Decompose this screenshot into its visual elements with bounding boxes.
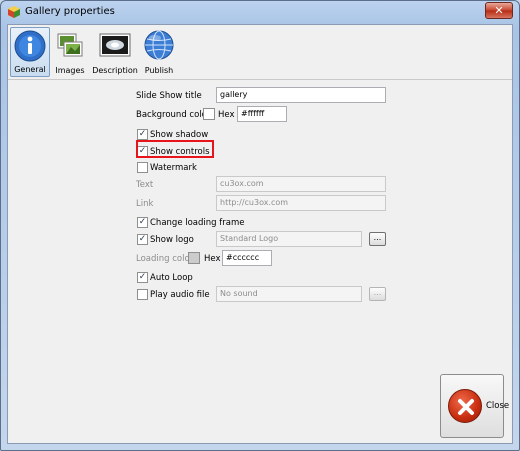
play-audio-label: Play audio file <box>150 290 210 300</box>
text-label: Text <box>136 180 154 190</box>
tab-images-label: Images <box>55 66 85 75</box>
change-loading-frame-row: ✓ Change loading frame <box>8 214 512 232</box>
loading-hex-label: Hex <box>204 254 221 264</box>
link-input[interactable]: http://cu3ox.com <box>216 195 386 211</box>
images-icon <box>57 33 83 57</box>
toolbar: General Images Description Publish <box>8 25 512 80</box>
info-icon <box>14 30 46 62</box>
text-input[interactable]: cu3ox.com <box>216 176 386 192</box>
text-row: Text cu3ox.com <box>8 176 512 194</box>
tab-images[interactable]: Images <box>52 27 88 77</box>
play-audio-row: Play audio file No sound ... <box>8 286 512 304</box>
close-button-label: Close <box>486 401 510 411</box>
background-hex-input[interactable]: #ffffff <box>237 106 287 122</box>
change-loading-frame-label: Change loading frame <box>150 218 245 228</box>
show-logo-checkbox[interactable]: ✓ <box>137 234 148 245</box>
watermark-row: Watermark <box>8 159 512 177</box>
window-close-button[interactable]: ✕ <box>485 2 513 19</box>
auto-loop-label: Auto Loop <box>150 273 193 283</box>
play-audio-checkbox[interactable] <box>137 289 148 300</box>
tab-publish[interactable]: Publish <box>140 27 178 77</box>
dialog-body: General Images Description Publish Slide… <box>7 24 513 444</box>
loading-hex-input[interactable]: #cccccc <box>222 250 272 266</box>
link-row: Link http://cu3ox.com <box>8 195 512 213</box>
watermark-label: Watermark <box>150 163 197 173</box>
gallery-properties-window: Gallery properties ✕ General Images Desc… <box>0 0 520 451</box>
slideshow-title-label: Slide Show title <box>136 91 202 101</box>
audio-browse-button[interactable]: ... <box>369 287 386 301</box>
background-color-row: Background color Hex #ffffff <box>8 106 512 124</box>
loading-color-label: Loading color <box>136 254 194 264</box>
title-bar[interactable]: Gallery properties ✕ <box>1 1 519 23</box>
loading-color-row: Loading color Hex #cccccc <box>8 250 512 268</box>
highlight-box <box>136 140 214 158</box>
audio-input[interactable]: No sound <box>216 286 362 302</box>
slideshow-title-input[interactable]: gallery <box>216 87 386 103</box>
auto-loop-row: ✓ Auto Loop <box>8 269 512 287</box>
logo-browse-button[interactable]: ... <box>369 232 386 246</box>
background-color-label: Background color <box>136 110 211 120</box>
show-shadow-row: ✓ Show shadow <box>8 126 512 144</box>
description-icon <box>99 33 131 57</box>
close-icon <box>448 389 482 423</box>
tab-general[interactable]: General <box>10 27 50 77</box>
tab-description[interactable]: Description <box>92 27 138 77</box>
show-shadow-label: Show shadow <box>150 130 209 140</box>
window-title: Gallery properties <box>25 6 115 17</box>
background-hex-label: Hex <box>218 110 235 120</box>
loading-color-swatch[interactable] <box>188 252 200 264</box>
tab-publish-label: Publish <box>144 66 174 75</box>
show-shadow-checkbox[interactable]: ✓ <box>137 129 148 140</box>
globe-icon <box>144 30 174 60</box>
watermark-checkbox[interactable] <box>137 162 148 173</box>
auto-loop-checkbox[interactable]: ✓ <box>137 272 148 283</box>
tab-description-label: Description <box>92 66 138 75</box>
tab-general-label: General <box>14 65 46 74</box>
change-loading-frame-checkbox[interactable]: ✓ <box>137 217 148 228</box>
show-logo-row: ✓ Show logo Standard Logo ... <box>8 231 512 249</box>
slideshow-title-row: Slide Show title gallery <box>8 87 512 105</box>
show-logo-label: Show logo <box>150 235 194 245</box>
close-button[interactable]: Close <box>440 374 509 438</box>
logo-input[interactable]: Standard Logo <box>216 231 362 247</box>
link-label: Link <box>136 199 154 209</box>
background-color-swatch[interactable] <box>203 108 215 120</box>
app-icon <box>8 6 20 18</box>
